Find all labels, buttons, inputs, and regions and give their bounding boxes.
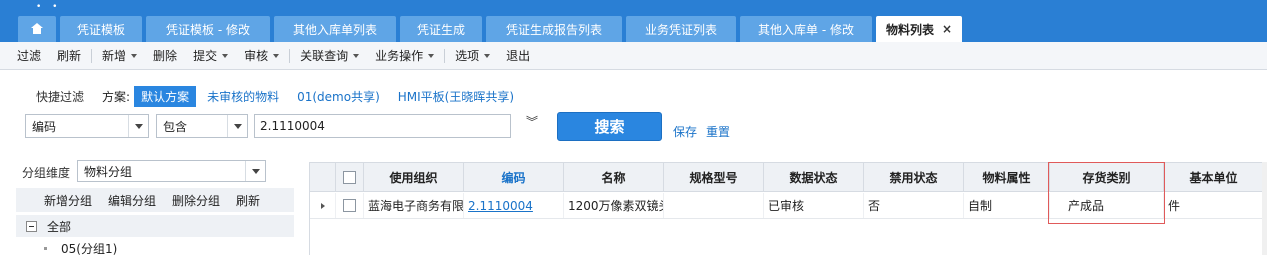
cell-spec	[664, 193, 764, 218]
chevron-down-icon	[131, 53, 138, 58]
chevron-down-icon	[222, 53, 229, 58]
toolbar-divider	[289, 48, 291, 63]
tab-voucher-generate[interactable]: 凭证生成	[400, 16, 482, 42]
options-menu[interactable]: 选项	[447, 47, 498, 64]
dropdown-arrow-icon	[245, 161, 265, 181]
new-menu[interactable]: 新增	[94, 47, 145, 64]
tree-node-group1[interactable]: 05(分组1)	[16, 237, 294, 259]
column-header-name[interactable]: 名称	[564, 163, 664, 191]
group-dimension-select[interactable]: 物料分组	[77, 160, 266, 182]
home-icon	[31, 23, 43, 35]
dropdown-arrow-icon	[227, 115, 247, 137]
row-indicator-header	[310, 163, 336, 191]
toolbar-divider	[91, 48, 93, 63]
grid-scrollbar[interactable]	[1262, 162, 1267, 255]
dropdown-arrow-icon	[128, 115, 148, 137]
reset-link[interactable]: 重置	[706, 123, 730, 140]
toolbar-divider	[444, 48, 446, 63]
material-code-link[interactable]: 2.1110004	[468, 199, 533, 213]
related-query-menu[interactable]: 关联查询	[292, 47, 367, 64]
filter-value-input[interactable]: 2.1110004	[254, 114, 511, 138]
cell-attr: 自制	[964, 193, 1050, 218]
filter-operator-select[interactable]: 包含	[156, 114, 248, 138]
cell-name: 1200万像素双镜头	[564, 193, 664, 218]
column-header-attr[interactable]: 物料属性	[964, 163, 1050, 191]
refresh-group-button[interactable]: 刷新	[236, 192, 260, 209]
tab-voucher-template[interactable]: 凭证模板	[60, 16, 142, 42]
tab-list: 凭证模板 凭证模板 - 修改 其他入库单列表 凭证生成 凭证生成报告列表 业务凭…	[18, 16, 962, 42]
quick-filter-bar: 快捷过滤 方案: 默认方案 未审核的物料 01(demo共享) HMI平板(王晓…	[36, 86, 525, 107]
row-expand-cell[interactable]	[310, 193, 336, 218]
tree-node-all[interactable]: 全部	[16, 215, 294, 237]
add-group-button[interactable]: 新增分组	[44, 192, 92, 209]
tab-strip: • • 凭证模板 凭证模板 - 修改 其他入库单列表 凭证生成 凭证生成报告列表…	[0, 0, 1267, 42]
group-tree: 全部 05(分组1)	[16, 215, 294, 256]
category-column-highlight	[1048, 162, 1165, 224]
audit-menu[interactable]: 审核	[236, 47, 287, 64]
column-header-disabled[interactable]: 禁用状态	[864, 163, 964, 191]
submit-menu[interactable]: 提交	[185, 47, 236, 64]
cell-disabled: 否	[864, 193, 964, 218]
save-scheme-link[interactable]: 保存	[673, 123, 697, 140]
column-header-org[interactable]: 使用组织	[364, 163, 464, 191]
delete-button[interactable]: 删除	[145, 47, 185, 64]
chevron-right-icon	[320, 202, 325, 209]
tab-voucher-report-list[interactable]: 凭证生成报告列表	[486, 16, 622, 42]
quick-filter-label: 快捷过滤	[36, 90, 85, 104]
column-header-spec[interactable]: 规格型号	[664, 163, 764, 191]
tab-other-inbound-edit[interactable]: 其他入库单 - 修改	[740, 16, 872, 42]
select-all-checkbox-cell[interactable]	[336, 163, 364, 191]
chevron-down-icon	[428, 53, 435, 58]
chevron-down-icon	[484, 53, 491, 58]
group-toolbar: 新增分组 编辑分组 删除分组 刷新	[16, 188, 294, 212]
scheme-default[interactable]: 默认方案	[134, 86, 197, 107]
exit-button[interactable]: 退出	[498, 47, 538, 64]
tab-home[interactable]	[18, 16, 56, 42]
row-checkbox[interactable]	[343, 199, 356, 212]
collapse-filter-icon[interactable]: ︾	[526, 116, 538, 128]
search-button[interactable]: 搜索	[557, 112, 662, 141]
scheme-label: 方案:	[102, 90, 131, 104]
business-ops-menu[interactable]: 业务操作	[367, 47, 442, 64]
cell-code: 2.1110004	[464, 193, 564, 218]
group-dimension-label: 分组维度	[22, 166, 71, 180]
delete-group-button[interactable]: 删除分组	[172, 192, 220, 209]
filter-button[interactable]: 过滤	[9, 47, 49, 64]
cell-org: 蓝海电子商务有限	[364, 193, 464, 218]
tab-material-list[interactable]: 物料列表 ×	[876, 16, 962, 42]
scheme-hmi-shared[interactable]: HMI平板(王晓晖共享)	[391, 86, 521, 107]
close-icon[interactable]: ×	[942, 22, 952, 36]
cell-unit: 件	[1164, 193, 1264, 218]
row-checkbox-cell[interactable]	[336, 193, 364, 218]
tab-other-inbound-list[interactable]: 其他入库单列表	[274, 16, 396, 42]
column-header-unit[interactable]: 基本单位	[1164, 163, 1264, 191]
app-logo-dots: • •	[36, 2, 62, 12]
collapse-icon[interactable]	[26, 220, 37, 232]
column-header-code[interactable]: 编码	[464, 163, 564, 191]
chevron-down-icon	[273, 53, 280, 58]
tab-voucher-template-edit[interactable]: 凭证模板 - 修改	[146, 16, 270, 42]
filter-field-select[interactable]: 编码	[25, 114, 149, 138]
main-toolbar: 过滤 刷新 新增 删除 提交 审核 关联查询 业务操作 选项 退出	[0, 42, 1267, 70]
edit-group-button[interactable]: 编辑分组	[108, 192, 156, 209]
tab-business-voucher-list[interactable]: 业务凭证列表	[626, 16, 736, 42]
scheme-unaudited[interactable]: 未审核的物料	[200, 86, 286, 107]
select-all-checkbox[interactable]	[343, 170, 356, 184]
refresh-button[interactable]: 刷新	[49, 47, 89, 64]
tree-bullet-icon	[44, 246, 47, 250]
chevron-down-icon	[353, 53, 360, 58]
scheme-demo-shared[interactable]: 01(demo共享)	[290, 86, 387, 107]
cell-data-status: 已审核	[764, 193, 864, 218]
column-header-data-status[interactable]: 数据状态	[764, 163, 864, 191]
